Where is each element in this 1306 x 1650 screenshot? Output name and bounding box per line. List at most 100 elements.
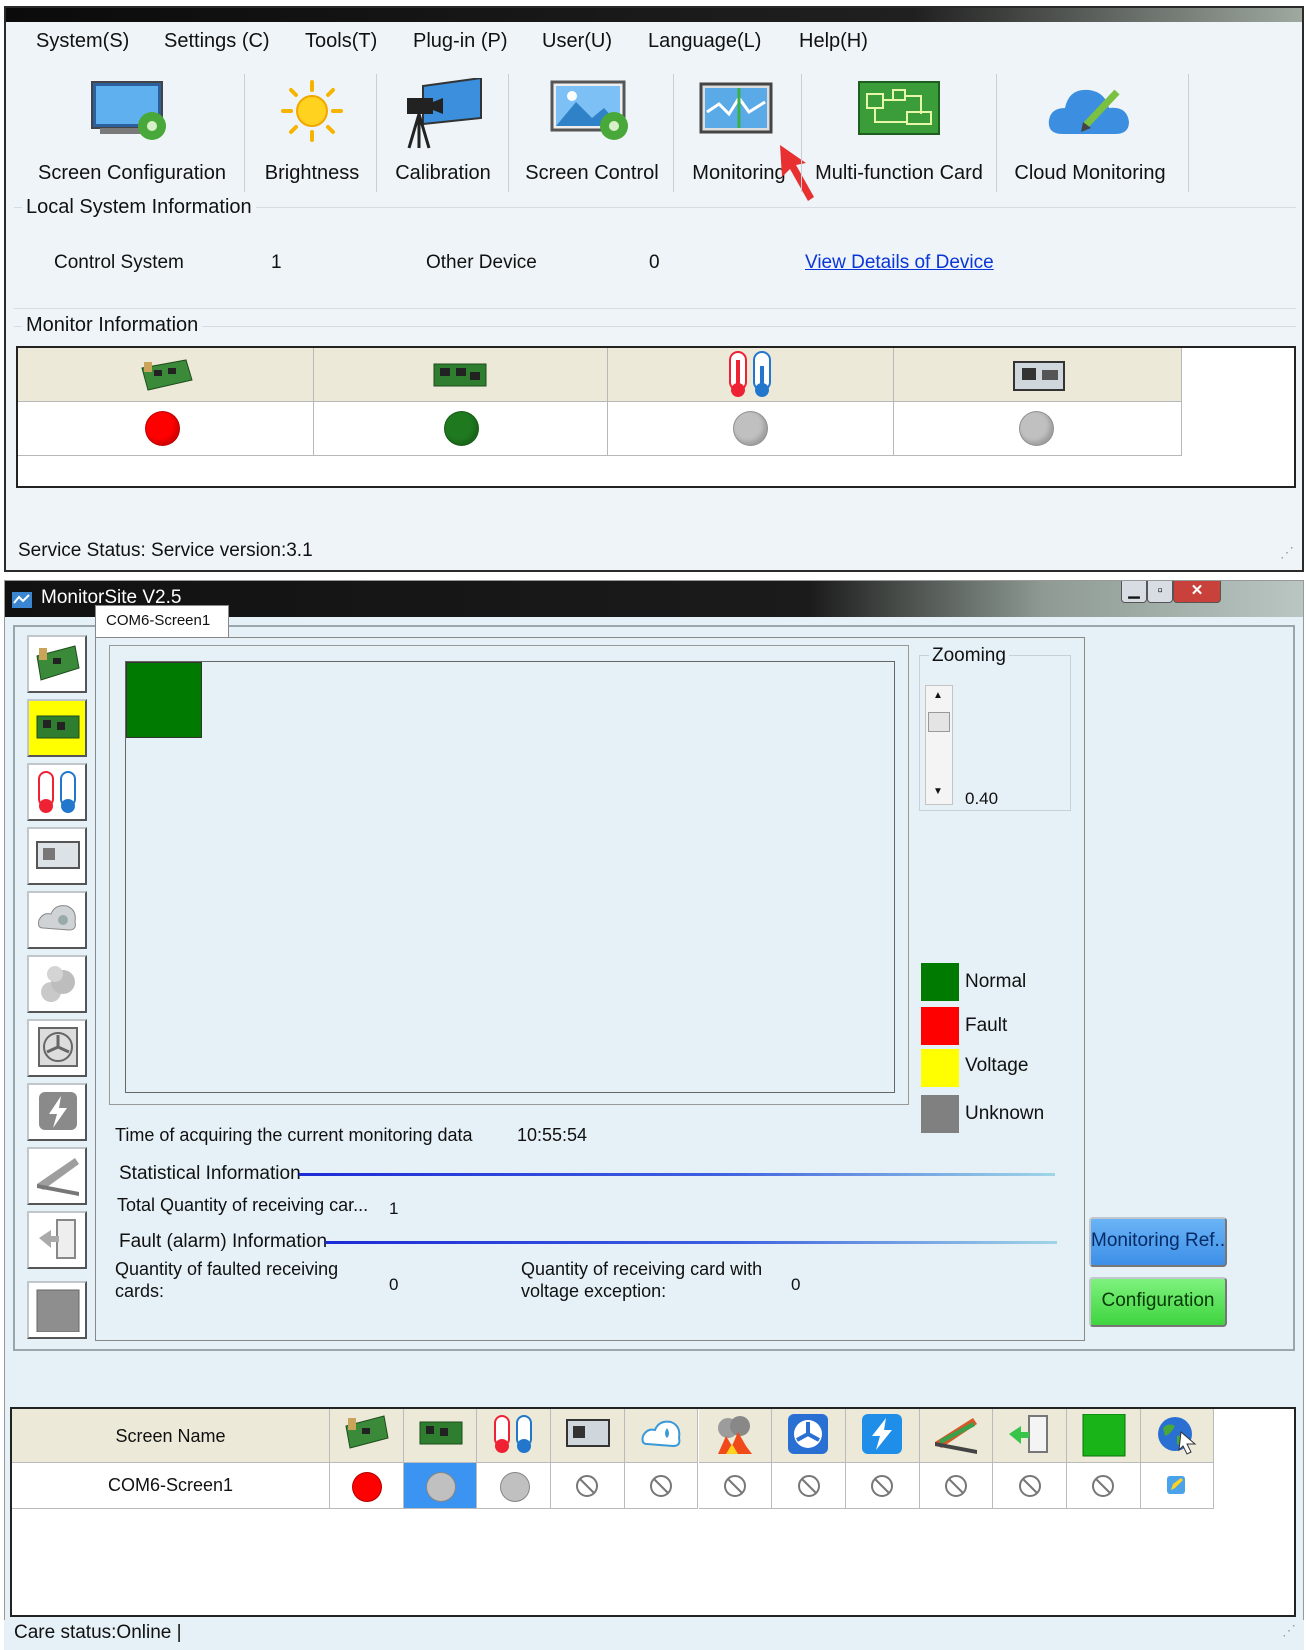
fault-title: Fault (alarm) Information [119, 1231, 328, 1252]
brightness-button[interactable]: Brightness [250, 70, 374, 198]
menu-help[interactable]: Help(H) [799, 30, 868, 53]
sidebar-power[interactable] [27, 1083, 87, 1141]
grid-cell-status[interactable] [698, 1463, 773, 1509]
menu-language[interactable]: Language(L) [648, 30, 761, 53]
grid-header-screen-name: Screen Name [12, 1409, 330, 1463]
toolbar-separator [244, 74, 245, 192]
acquire-time-label: Time of acquiring the current monitoring… [115, 1125, 473, 1145]
multi-function-card-button[interactable]: Multi-function Card [806, 70, 992, 198]
sidebar-sending-card[interactable] [27, 635, 87, 693]
resize-grip[interactable]: ⋰ [1282, 1622, 1296, 1639]
monitor-col-header [608, 348, 894, 402]
care-status: Care status:Online | [14, 1622, 182, 1643]
grid-cell-screen-name[interactable]: COM6-Screen1 [12, 1463, 330, 1509]
not-available-icon [1091, 1474, 1115, 1498]
status-bar: Care status:Online | ⋰ [4, 1620, 1304, 1650]
thermometer-icon [38, 771, 76, 813]
not-available-icon [575, 1474, 599, 1498]
monitor-status-cell [894, 402, 1182, 456]
legend-voltage-label: Voltage [965, 1055, 1029, 1076]
toolbar-separator [996, 74, 997, 192]
acquire-time-value: 10:55:54 [517, 1125, 588, 1145]
arrow-up-icon[interactable]: ▲ [933, 690, 943, 701]
menu-system[interactable]: System(S) [36, 30, 129, 53]
zoom-slider[interactable]: ▲ ▼ [925, 685, 953, 805]
grid-header-module-board [551, 1409, 625, 1463]
power-icon [39, 1092, 77, 1130]
grid-cell-status[interactable] [845, 1463, 920, 1509]
module-board-icon [565, 1419, 610, 1447]
sidebar-led-module[interactable] [27, 1281, 87, 1339]
fan-icon [38, 1027, 78, 1067]
grid-header-flat-cable [919, 1409, 994, 1463]
tab-com6-screen1[interactable]: COM6-Screen1 [95, 605, 229, 637]
grid-cell-status[interactable] [772, 1463, 846, 1509]
receiving-card-icon [419, 1421, 463, 1445]
grid-header-receiving-card [403, 1409, 478, 1463]
sidebar-module[interactable] [27, 827, 87, 885]
grid-cell-status[interactable] [403, 1463, 478, 1509]
menu-plugin[interactable]: Plug-in (P) [413, 30, 507, 53]
not-available-icon [944, 1474, 968, 1498]
calibration-button[interactable]: Calibration [382, 70, 504, 198]
fan-icon [788, 1414, 829, 1454]
smoke-fire-icon [718, 1416, 753, 1454]
sidebar-fan[interactable] [27, 1019, 87, 1077]
grid-cell-status[interactable] [919, 1463, 994, 1509]
grid-cell-status[interactable] [1067, 1463, 1141, 1509]
grid-header-door [993, 1409, 1067, 1463]
not-available-icon [870, 1474, 894, 1498]
legend-fault-label: Fault [965, 1015, 1008, 1036]
humidity-icon [38, 905, 76, 931]
edit-icon [1165, 1474, 1189, 1498]
screen-configuration-button[interactable]: Screen Configuration [26, 70, 238, 198]
monitor-col-header [894, 348, 1182, 402]
sidebar-temperature[interactable] [27, 763, 87, 821]
minimize-button[interactable]: ▁ [1121, 581, 1147, 603]
monitor-col-header [314, 348, 608, 402]
grid-cell-status[interactable] [1140, 1463, 1215, 1509]
close-button[interactable]: ✕ [1173, 581, 1221, 603]
grid-cell-status[interactable] [330, 1463, 404, 1509]
grid-cell-status[interactable] [624, 1463, 699, 1509]
legend-unknown-swatch [921, 1095, 959, 1133]
resize-grip[interactable]: ⋰ [1280, 544, 1294, 561]
sidebar-flat-cable[interactable] [27, 1147, 87, 1205]
led-module-icon [1082, 1414, 1126, 1457]
cloud-monitoring-button[interactable]: Cloud Monitoring [1000, 70, 1180, 198]
legend-voltage-swatch [921, 1049, 959, 1087]
grid-header-fan [772, 1409, 846, 1463]
grid-cell-status[interactable] [477, 1463, 552, 1509]
grid-cell-status[interactable] [993, 1463, 1067, 1509]
status-dot [499, 1471, 530, 1502]
other-device-value: 0 [649, 252, 660, 273]
monitoring-refresh-button[interactable]: Monitoring Ref... [1089, 1217, 1227, 1267]
sidebar-receiving-card[interactable] [27, 699, 87, 757]
sidebar-door[interactable] [27, 1211, 87, 1269]
grid-header-sending-card [330, 1409, 404, 1463]
sidebar-humidity[interactable] [27, 891, 87, 949]
screen-control-button[interactable]: Screen Control [514, 70, 670, 198]
legend-normal-label: Normal [965, 971, 1027, 992]
arrow-down-icon[interactable]: ▼ [933, 786, 943, 797]
main-window: System(S) Settings (C) Tools(T) Plug-in … [4, 6, 1304, 572]
menu-settings[interactable]: Settings (C) [164, 30, 270, 53]
maximize-button[interactable]: ▫ [1147, 581, 1173, 603]
status-dot [352, 1471, 383, 1502]
screen-canvas [125, 661, 895, 1093]
zoom-slider-thumb[interactable] [928, 712, 950, 732]
voltage-value: 0 [791, 1275, 801, 1294]
grid-cell-status[interactable] [551, 1463, 625, 1509]
control-system-label: Control System [54, 252, 184, 273]
sidebar-smoke[interactable] [27, 955, 87, 1013]
grid-header-power [845, 1409, 920, 1463]
menu-user[interactable]: User(U) [542, 30, 612, 53]
voltage-label-line2: voltage exception: [521, 1281, 667, 1301]
receiving-card-icon [36, 715, 80, 739]
control-system-value: 1 [271, 252, 282, 273]
other-device-label: Other Device [426, 252, 537, 273]
view-details-link[interactable]: View Details of Device [805, 252, 994, 274]
receiving-card-tile[interactable] [126, 662, 202, 738]
configuration-button[interactable]: Configuration [1089, 1277, 1227, 1327]
menu-tools[interactable]: Tools(T) [305, 30, 377, 53]
